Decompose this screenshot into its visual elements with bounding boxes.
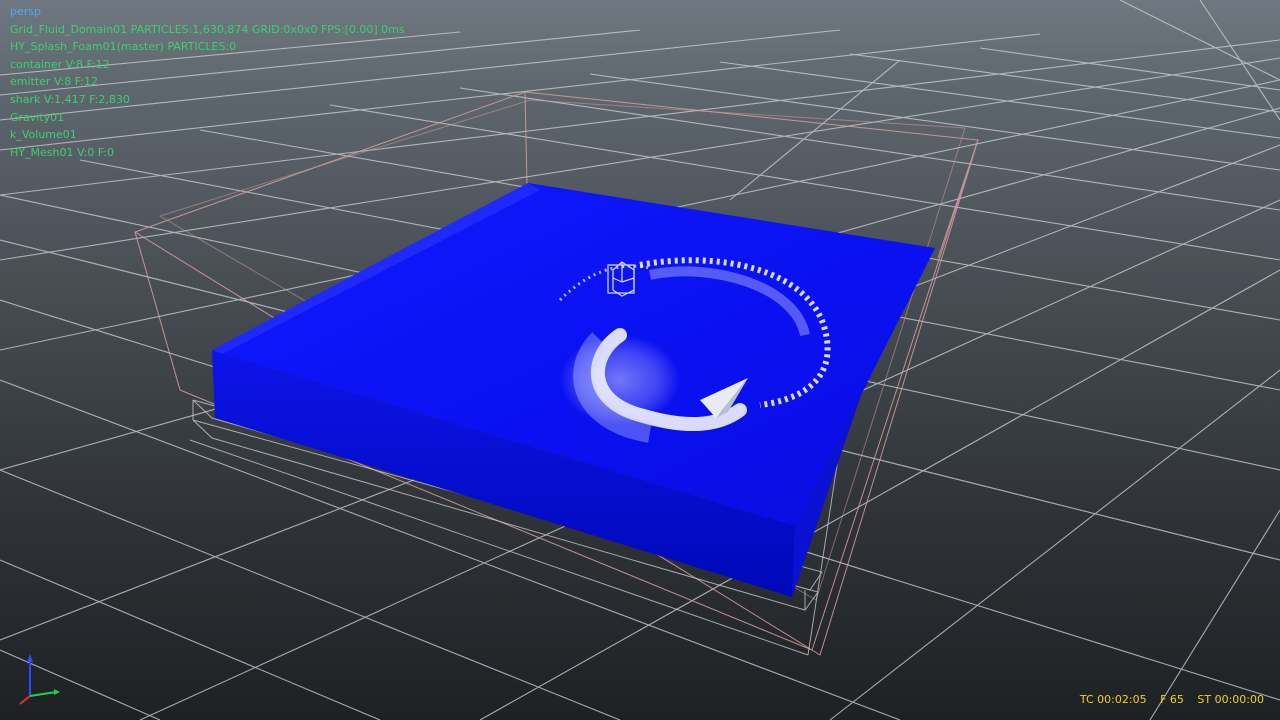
x-axis-icon xyxy=(29,691,57,697)
timecode: TC 00:02:05 xyxy=(1079,693,1147,706)
frame-number: F 65 xyxy=(1160,693,1184,706)
camera-name: persp xyxy=(10,5,41,18)
hud-line-shark: shark V:1,417 F:2,830 xyxy=(10,92,130,106)
hud-line-mesh: HY_Mesh01 V:0 F:0 xyxy=(10,145,114,159)
hud-overlay: persp Grid_Fluid_Domain01 PARTICLES:1,63… xyxy=(10,3,405,161)
hud-line-container: container V:8 F:12 xyxy=(10,57,110,71)
hud-line-emitter: emitter V:8 F:12 xyxy=(10,75,98,89)
hud-line-fluid-domain: Grid_Fluid_Domain01 PARTICLES:1,630,874 … xyxy=(10,22,405,36)
start-time: ST 00:00:00 xyxy=(1197,693,1264,706)
hud-line-gravity: Gravity01 xyxy=(10,110,65,124)
z-axis-icon xyxy=(19,695,31,705)
hud-line-volume: k_Volume01 xyxy=(10,128,77,142)
persp-viewport[interactable]: persp Grid_Fluid_Domain01 PARTICLES:1,63… xyxy=(0,0,1280,720)
axis-gizmo xyxy=(19,654,60,705)
hud-line-splash-foam: HY_Splash_Foam01(master) PARTICLES:0 xyxy=(10,40,237,54)
timecode-readout: TC 00:02:05 F 65 ST 00:00:00 xyxy=(1080,693,1264,706)
